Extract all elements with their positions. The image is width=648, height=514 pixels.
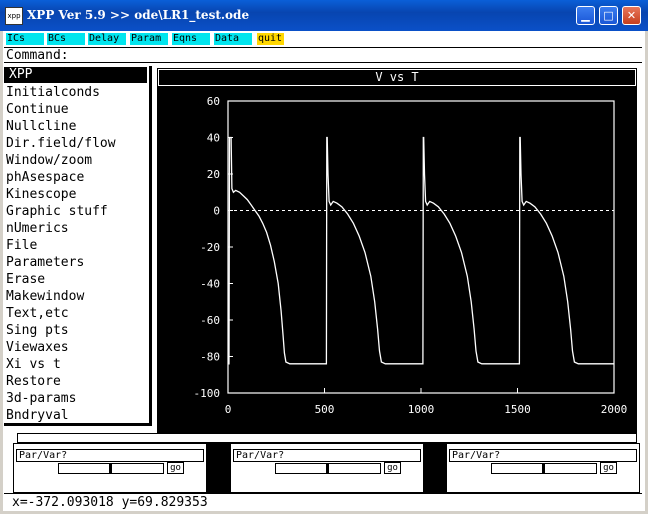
y-tick-label: 60 (207, 95, 220, 108)
y-tick-label: -80 (200, 351, 220, 364)
menu-item-kinescope[interactable]: Kinescope (6, 186, 76, 203)
series-line-0 (228, 136, 614, 365)
go-button[interactable]: go (600, 462, 617, 474)
y-tick-label: -60 (200, 314, 220, 327)
x-tick-label: 500 (315, 403, 335, 416)
x-tick-label: 1000 (408, 403, 435, 416)
go-button[interactable]: go (167, 462, 184, 474)
y-tick-label: -100 (194, 387, 221, 400)
window-title: XPP Ver 5.9 >> ode\LR1_test.ode (27, 8, 250, 22)
command-line[interactable]: Command: (4, 47, 642, 63)
menu-item-text-etc[interactable]: Text,etc (6, 305, 69, 322)
eqns-button[interactable]: Eqns (172, 33, 210, 45)
slider-gap (207, 443, 231, 493)
slider-knob[interactable] (326, 463, 329, 474)
maximize-button[interactable]: □ (599, 6, 618, 25)
param-button[interactable]: Param (130, 33, 168, 45)
menu-item-restore[interactable]: Restore (6, 373, 61, 390)
y-tick-label: -20 (200, 241, 220, 254)
x-tick-label: 0 (225, 403, 232, 416)
data-button[interactable]: Data (214, 33, 252, 45)
close-button[interactable]: ✕ (622, 6, 641, 25)
menu-item-nullcline[interactable]: Nullcline (6, 118, 76, 135)
app-icon: xpp (5, 7, 23, 25)
y-tick-label: -40 (200, 278, 220, 291)
x-tick-label: 2000 (601, 403, 628, 416)
menu-item-makewindow[interactable]: Makewindow (6, 288, 84, 305)
menu-item-continue[interactable]: Continue (6, 101, 69, 118)
x-tick-label: 1500 (504, 403, 531, 416)
ics-button[interactable]: ICs (6, 33, 44, 45)
v-vs-t-plot[interactable]: 60 40 20 0 -20 -40 -60 -80 -100 0 500 1000 1500 2000 (157, 86, 637, 439)
slider-separator (17, 433, 637, 443)
menu-item-sing-pts[interactable]: Sing pts (6, 322, 69, 339)
y-tick-label: 0 (213, 205, 220, 218)
slider-gap (424, 443, 446, 493)
menu-item-initialconds[interactable]: Initialconds (6, 84, 100, 101)
menu-item-viewaxes[interactable]: Viewaxes (6, 339, 69, 356)
menu-item-erase[interactable]: Erase (6, 271, 45, 288)
menu-item-graphic-stuff[interactable]: Graphic stuff (6, 203, 108, 220)
menu-item-numerics[interactable]: nUmerics (6, 220, 69, 237)
status-line: x=-372.093018 y=69.829353 (4, 493, 642, 510)
bcs-button[interactable]: BCs (47, 33, 85, 45)
delay-button[interactable]: Delay (88, 33, 126, 45)
y-tick-label: 40 (207, 132, 220, 145)
menu-item-window-zoom[interactable]: Window/zoom (6, 152, 92, 169)
quit-button[interactable]: quit (257, 33, 284, 45)
slider-knob[interactable] (109, 463, 112, 474)
par-var-field[interactable]: Par/Var? (233, 449, 421, 462)
slider-knob[interactable] (542, 463, 545, 474)
par-var-field[interactable]: Par/Var? (449, 449, 637, 462)
menu-item-parameters[interactable]: Parameters (6, 254, 84, 271)
menu-item-xi-vs-t[interactable]: Xi vs t (6, 356, 61, 373)
minimize-button[interactable]: ▁ (576, 6, 595, 25)
menu-item-file[interactable]: File (6, 237, 37, 254)
graph-title: V vs T (375, 70, 419, 84)
go-button[interactable]: go (384, 462, 401, 474)
menu-item-dir-field-flow[interactable]: Dir.field/flow (6, 135, 116, 152)
menu-item-3d-params[interactable]: 3d-params (6, 390, 76, 407)
y-tick-label: 20 (207, 168, 220, 181)
menu-title: XPP (4, 67, 147, 83)
par-var-field[interactable]: Par/Var? (16, 449, 204, 462)
menu-item-bndryval[interactable]: Bndryval (6, 407, 69, 424)
menu-item-phasespace[interactable]: phAsespace (6, 169, 84, 186)
